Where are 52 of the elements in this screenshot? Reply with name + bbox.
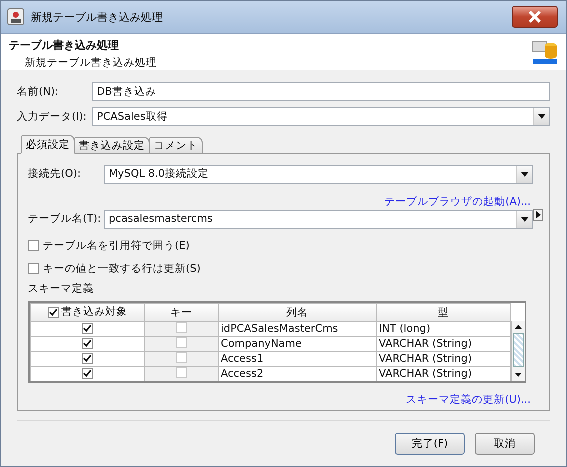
table-cell: idPCASalesMasterCms: [218, 322, 376, 336]
table-cell: Access1: [218, 352, 376, 366]
window-title: 新規テーブル書き込み処理: [31, 10, 164, 24]
column-header[interactable]: 列名: [218, 304, 376, 322]
table-cell: INT (long): [376, 322, 510, 336]
header-subtitle: 新規テーブル書き込み処理: [24, 56, 158, 70]
field-label: 接続先(O):: [28, 167, 82, 181]
checkbox-label: テーブル名を引用符で囲う(E): [43, 238, 190, 252]
update-schema-link[interactable]: スキーマ定義の更新(U)...: [406, 393, 531, 407]
checkbox[interactable]: [28, 240, 39, 251]
column-header[interactable]: 型: [376, 304, 510, 322]
field-label: 入力データ(I):: [17, 110, 88, 124]
caret-icon: [538, 114, 546, 119]
close-icon: [528, 11, 542, 23]
checkbox[interactable]: [176, 322, 187, 333]
dropdown-field[interactable]: pcasalesmastercms: [104, 210, 533, 228]
cancel-button[interactable]: 取消: [475, 432, 535, 454]
browse-link[interactable]: テーブルブラウザの起動(A)...: [384, 195, 531, 209]
checkbox[interactable]: [82, 322, 93, 334]
checkbox-label: キーの値と一致する行は更新(S): [43, 262, 201, 276]
checkbox[interactable]: [48, 306, 58, 318]
dropdown-field[interactable]: MySQL 8.0接続設定: [104, 164, 533, 184]
close-button[interactable]: [512, 6, 558, 28]
checkbox[interactable]: [82, 338, 93, 348]
arrow-right-icon[interactable]: [533, 209, 543, 221]
table-cell: VARCHAR (String): [376, 366, 510, 381]
tab[interactable]: 書き込み設定: [74, 137, 150, 154]
table-cell: VARCHAR (String): [376, 352, 510, 366]
app-icon: [7, 8, 25, 26]
dropdown-field[interactable]: PCASales取得: [92, 107, 550, 126]
field-label: 名前(N):: [17, 84, 60, 98]
table-cell: CompanyName: [218, 336, 376, 352]
checkbox[interactable]: [176, 352, 187, 363]
checkbox[interactable]: [28, 263, 39, 274]
table-cell: Access2: [218, 366, 376, 381]
column-header[interactable]: 書き込み対象: [30, 304, 144, 322]
caret-icon: [520, 216, 528, 222]
tab[interactable]: 必須設定: [21, 135, 75, 154]
field-label: テーブル名(T):: [28, 212, 102, 226]
input-field[interactable]: DB書き込み: [92, 82, 550, 101]
caret-icon: [520, 172, 528, 176]
finish-button[interactable]: 完了(F): [395, 432, 465, 454]
scrollbar[interactable]: [511, 321, 525, 381]
tab[interactable]: コメント: [149, 137, 203, 154]
checkbox[interactable]: [176, 338, 187, 348]
table-cell: VARCHAR (String): [376, 336, 510, 352]
column-header[interactable]: キー: [144, 304, 218, 322]
section-label: スキーマ定義: [28, 282, 95, 296]
header-title: テーブル書き込み処理: [9, 38, 120, 53]
checkbox[interactable]: [176, 368, 187, 378]
checkbox[interactable]: [82, 352, 93, 364]
checkbox[interactable]: [82, 368, 93, 378]
